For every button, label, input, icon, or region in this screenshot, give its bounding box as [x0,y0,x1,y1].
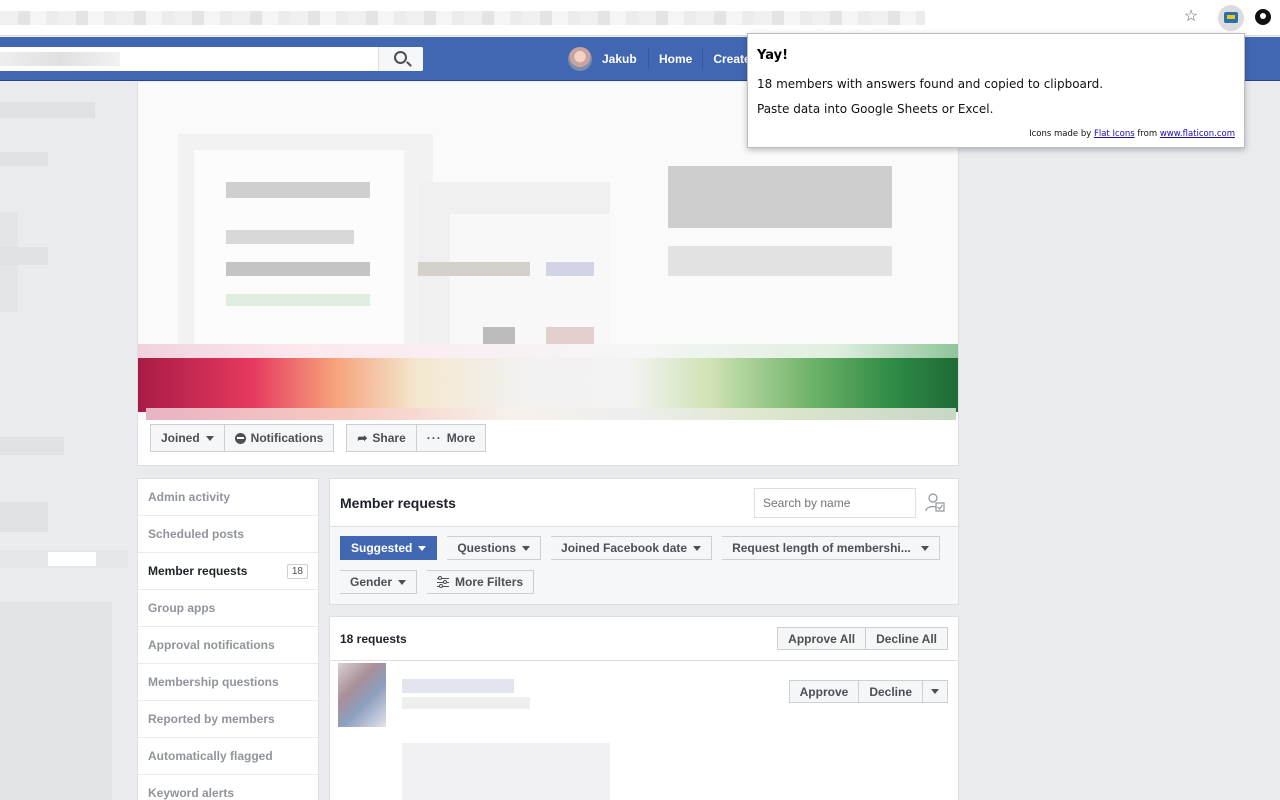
person-check-icon[interactable] [924,492,946,514]
side-item-keyword-alerts[interactable]: Keyword alerts [138,775,318,800]
credit-mid: from [1137,129,1158,139]
approve-button[interactable]: Approve [788,680,860,703]
share-icon: ➦ [357,431,368,445]
side-item-approval-notifications[interactable]: Approval notifications [138,627,318,664]
share-label: Share [372,431,406,445]
joined-button[interactable]: Joined [150,424,225,452]
more-button[interactable]: ··· More [416,424,487,452]
chevron-down-icon [398,579,407,585]
browser-toolbar: ☆ [0,0,1280,36]
nav-user-name: Jakub [602,52,637,66]
filter-label: Gender [350,575,393,589]
group-action-bar: Joined Notifications ➦ Share ··· More [150,424,487,454]
credit-prefix: Icons made by [1029,129,1092,139]
blurred-url [0,11,925,25]
popup-title: Yay! [757,48,788,63]
sliders-icon [437,576,450,588]
row-actions: Approve Decline [788,680,948,703]
avatar [338,663,386,727]
bulk-actions: Approve All Decline All [777,627,948,650]
side-item-label: Membership questions [148,675,279,689]
side-item-label: Admin activity [148,490,231,504]
row-menu-button[interactable] [923,680,948,703]
side-item-label: Member requests [148,564,248,578]
requests-count: 18 requests [340,632,407,646]
side-item-membership-questions[interactable]: Membership questions [138,664,318,701]
filter-label: More Filters [455,575,524,589]
requests-list-header: 18 requests Approve All Decline All [330,617,958,661]
chevron-down-icon [522,545,531,551]
notifications-icon [234,432,246,444]
extension-icon[interactable] [1218,5,1244,31]
request-length-filter-button[interactable]: Request length of membershi... [722,536,940,560]
blurred-search-text [0,52,120,66]
decline-all-button[interactable]: Decline All [866,627,948,650]
blurred-left-sidebar [0,82,128,800]
joined-date-filter-button[interactable]: Joined Facebook date [551,536,713,560]
page-title: Member requests [340,495,456,511]
filter-label: Questions [457,541,517,555]
notifications-label: Notifications [250,431,324,445]
suggested-filter-button[interactable]: Suggested [340,536,438,560]
filter-label: Joined Facebook date [561,541,688,555]
flaticon-link[interactable]: www.flaticon.com [1160,129,1235,139]
nav-home-link[interactable]: Home [649,47,702,71]
member-requests-panel: Member requests Suggested Questions Join… [329,478,959,605]
side-item-scheduled-posts[interactable]: Scheduled posts [138,516,318,553]
filter-label: Request length of membershi... [732,541,911,555]
blurred-name [402,679,514,693]
popup-instructions: Paste data into Google Sheets or Excel. [757,102,994,116]
filter-label: Suggested [351,541,413,555]
extension-2-icon[interactable] [1255,9,1271,25]
side-item-automatically-flagged[interactable]: Automatically flagged [138,738,318,775]
side-item-member-requests[interactable]: Member requests 18 [138,553,318,590]
approve-all-button[interactable]: Approve All [777,627,867,650]
gender-filter-button[interactable]: Gender [340,570,418,594]
more-dots-icon: ··· [426,431,442,445]
side-item-reported-by-members[interactable]: Reported by members [138,701,318,738]
questions-filter-button[interactable]: Questions [447,536,542,560]
side-item-label: Keyword alerts [148,786,235,800]
side-item-label: Automatically flagged [148,749,273,763]
share-button-group: ➦ Share ··· More [346,424,487,454]
nav-profile-link[interactable]: Jakub [568,47,647,71]
fb-search-button[interactable] [378,47,423,71]
side-item-group-apps[interactable]: Group apps [138,590,318,627]
more-filters-button[interactable]: More Filters [427,570,535,594]
membership-button-group: Joined Notifications [150,424,335,454]
member-requests-header: Member requests [330,479,958,527]
side-item-label: Group apps [148,601,216,615]
popup-message: 18 members with answers found and copied… [757,77,1104,91]
more-label: More [446,431,476,445]
search-by-name-input[interactable] [754,488,916,518]
avatar [568,47,592,71]
side-item-label: Reported by members [148,712,275,726]
flat-icons-link[interactable]: Flat Icons [1094,129,1135,139]
side-item-label: Approval notifications [148,638,275,652]
side-item-label: Scheduled posts [148,527,245,541]
chevron-down-icon [693,545,702,551]
notifications-button[interactable]: Notifications [224,424,335,452]
blurred-answers [402,743,610,800]
joined-label: Joined [161,431,200,445]
filter-bar: Suggested Questions Joined Facebook date… [340,536,950,594]
popup-credit: Icons made by Flat Icons from www.flatic… [1029,129,1235,139]
chevron-down-icon [205,435,214,441]
requests-list-panel: 18 requests Approve All Decline All Appr… [329,616,959,800]
fb-search-input[interactable] [0,47,423,71]
chevron-down-icon [418,545,427,551]
share-button[interactable]: ➦ Share [346,424,417,452]
chevron-down-icon [920,545,929,551]
chevron-down-icon [931,689,939,694]
blurred-text [402,697,530,709]
admin-side-menu: Admin activity Scheduled posts Member re… [137,478,319,800]
nav-links: Home Create [648,47,761,71]
search-icon [394,51,407,64]
address-bar[interactable] [0,6,1210,30]
extension-popup: Yay! 18 members with answers found and c… [747,33,1245,148]
count-badge: 18 [286,563,308,579]
side-item-admin-activity[interactable]: Admin activity [138,479,318,516]
star-icon[interactable]: ☆ [1182,8,1200,26]
decline-button[interactable]: Decline [859,680,923,703]
